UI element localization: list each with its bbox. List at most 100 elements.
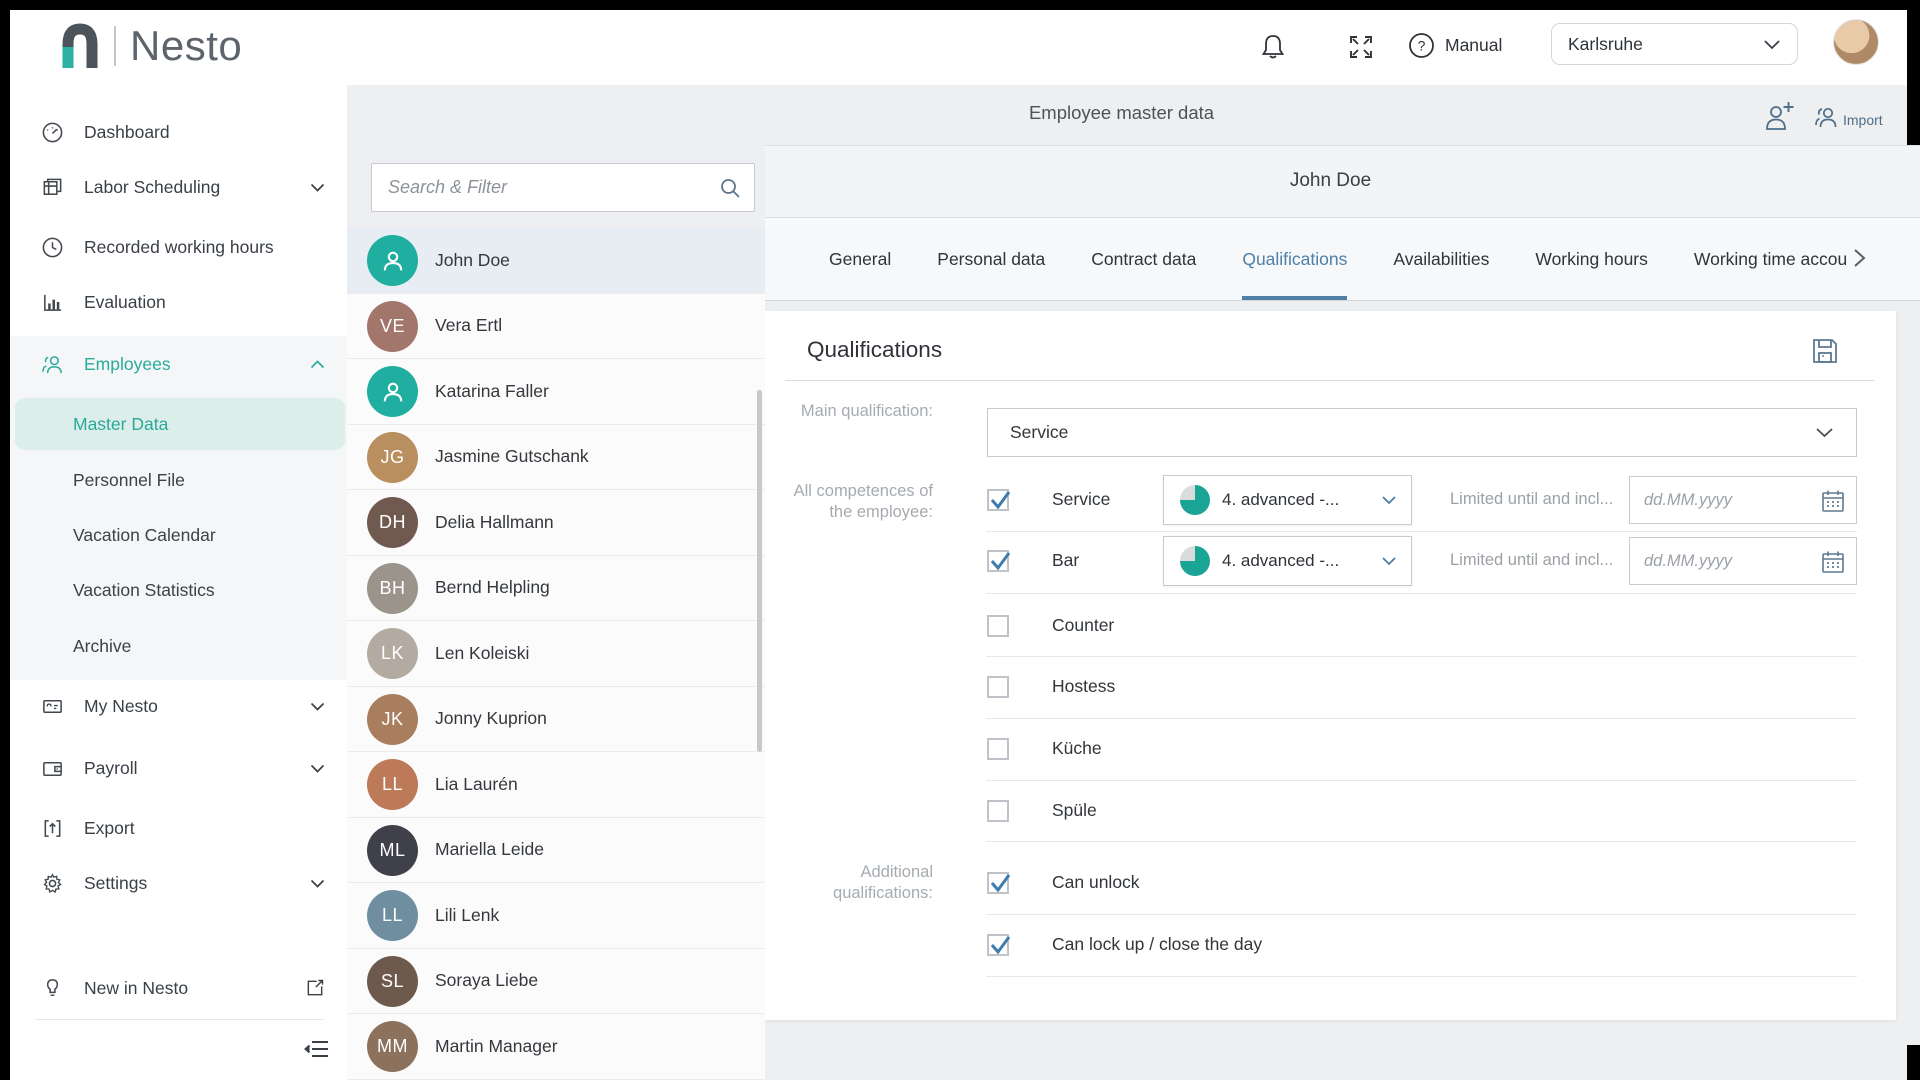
level-pie-icon	[1180, 485, 1210, 515]
level-pie-icon	[1180, 546, 1210, 576]
app-window: Nesto ? Manual Karlsruhe	[10, 10, 1920, 1080]
employee-row-jasmine-gutschank[interactable]: JG Jasmine Gutschank	[347, 425, 765, 491]
manual-button[interactable]: ? Manual	[1408, 32, 1502, 59]
save-button[interactable]	[1810, 336, 1840, 366]
checkbox-can-unlock-checked[interactable]	[987, 872, 1009, 894]
row-separator	[986, 531, 1857, 532]
sidebar-item-label: Export	[84, 818, 135, 839]
row-separator	[986, 780, 1857, 781]
gear-icon	[40, 871, 64, 895]
sidebar-item-payroll[interactable]: Payroll	[40, 746, 325, 790]
sidebar-item-new-in-nesto[interactable]: New in Nesto	[40, 966, 325, 1010]
sidebar-item-recorded-working-hours[interactable]: Recorded working hours	[40, 225, 325, 269]
id-card-icon	[40, 694, 64, 718]
employee-row-lia-lauren[interactable]: LL Lia Laurén	[347, 752, 765, 818]
sidebar-item-label: Recorded working hours	[84, 237, 274, 258]
sidebar-subitem-personnel-file[interactable]: Personnel File	[73, 467, 185, 493]
search-icon[interactable]	[718, 176, 742, 200]
avatar: DH	[367, 497, 418, 548]
checkbox-bar-checked[interactable]	[987, 550, 1009, 572]
gauge-icon	[40, 120, 64, 144]
employee-row-delia-hallmann[interactable]: DH Delia Hallmann	[347, 490, 765, 556]
sidebar-item-my-nesto[interactable]: My Nesto	[40, 684, 325, 728]
fullscreen-icon[interactable]	[1346, 32, 1376, 62]
level-select-bar[interactable]: 4. advanced -...	[1163, 536, 1412, 586]
employee-row-jonny-kuprion[interactable]: JK Jonny Kuprion	[347, 687, 765, 753]
chevron-down-icon	[1815, 427, 1834, 438]
sidebar-item-label: Evaluation	[84, 292, 166, 313]
tab-availabilities[interactable]: Availabilities	[1393, 218, 1489, 300]
employee-row-martin-manager[interactable]: MM Martin Manager	[347, 1014, 765, 1080]
tab-general[interactable]: General	[829, 218, 891, 300]
level-select-service[interactable]: 4. advanced -...	[1163, 475, 1412, 525]
sidebar-subitem-vacation-statistics[interactable]: Vacation Statistics	[73, 577, 215, 603]
employee-row-john-doe[interactable]: John Doe	[347, 228, 765, 294]
people-icon	[40, 352, 64, 376]
collapse-sidebar-icon[interactable]	[304, 1037, 330, 1061]
sidebar-subitem-master-data-label[interactable]: Master Data	[73, 411, 168, 437]
sidebar-item-label: Settings	[84, 873, 147, 894]
chevron-down-icon	[310, 764, 325, 773]
avatar: ML	[367, 825, 418, 876]
help-icon: ?	[1408, 32, 1435, 59]
sidebar-subitem-archive[interactable]: Archive	[73, 633, 131, 659]
search-input[interactable]	[372, 164, 754, 211]
employee-row-katarina-faller[interactable]: Katarina Faller	[347, 359, 765, 425]
tab-qualifications[interactable]: Qualifications	[1242, 218, 1347, 300]
sidebar-subitem-master-data[interactable]	[15, 398, 345, 450]
tabs-scroll-right-icon[interactable]	[1848, 246, 1872, 270]
calendar-icon[interactable]	[1820, 488, 1846, 514]
employee-row-bernd-helpling[interactable]: BH Bernd Helpling	[347, 556, 765, 622]
user-avatar[interactable]	[1833, 19, 1879, 65]
location-select[interactable]: Karlsruhe	[1551, 23, 1798, 65]
tab-personal-data[interactable]: Personal data	[937, 218, 1045, 300]
add-employee-button[interactable]	[1763, 99, 1795, 133]
tab-working-hours[interactable]: Working hours	[1535, 218, 1648, 300]
wallet-icon	[40, 756, 64, 780]
employee-detail-name: John Doe	[765, 170, 1896, 192]
sidebar-item-export[interactable]: Export	[40, 806, 325, 850]
row-separator	[986, 914, 1857, 915]
tab-working-time-account[interactable]: Working time accou	[1694, 218, 1847, 300]
svg-text:?: ?	[1418, 38, 1426, 54]
employee-row-len-koleiski[interactable]: LK Len Koleiski	[347, 621, 765, 687]
sidebar-item-settings[interactable]: Settings	[40, 861, 325, 905]
tab-contract-data[interactable]: Contract data	[1091, 218, 1196, 300]
import-label: Import	[1843, 112, 1883, 130]
avatar: JK	[367, 694, 418, 745]
checkbox-service-checked[interactable]	[987, 489, 1009, 511]
sidebar-item-labor-scheduling[interactable]: Labor Scheduling	[40, 165, 325, 209]
schedule-grid-icon	[40, 175, 64, 199]
employee-row-lili-lenk[interactable]: LL Lili Lenk	[347, 883, 765, 949]
employee-row-vera-ertl[interactable]: VE Vera Ertl	[347, 294, 765, 360]
checkbox-can-lock-up-checked[interactable]	[987, 934, 1009, 956]
chevron-down-icon	[1381, 556, 1397, 566]
external-link-icon	[305, 978, 325, 998]
bell-icon[interactable]	[1258, 32, 1288, 62]
sidebar-item-evaluation[interactable]: Evaluation	[40, 280, 325, 324]
section-divider	[785, 380, 1874, 381]
sidebar-item-label: Dashboard	[84, 122, 170, 143]
calendar-icon[interactable]	[1820, 549, 1846, 575]
sidebar-item-dashboard[interactable]: Dashboard	[40, 110, 325, 154]
logo-divider	[114, 26, 116, 66]
competence-label-bar: Bar	[1052, 550, 1079, 571]
checkbox-hostess[interactable]	[987, 676, 1009, 698]
row-separator	[986, 656, 1857, 657]
avatar: VE	[367, 301, 418, 352]
checkbox-kueche[interactable]	[987, 738, 1009, 760]
import-button[interactable]: Import	[1813, 104, 1883, 130]
sidebar-item-label: New in Nesto	[84, 978, 188, 999]
employee-row-soraya-liebe[interactable]: SL Soraya Liebe	[347, 949, 765, 1015]
list-scrollbar[interactable]	[757, 390, 762, 752]
competence-label-service: Service	[1052, 489, 1110, 510]
main-qualification-select[interactable]: Service	[987, 408, 1857, 457]
date-field-bar	[1629, 537, 1857, 585]
chevron-down-icon	[310, 879, 325, 888]
export-icon	[40, 816, 64, 840]
sidebar-subitem-vacation-calendar[interactable]: Vacation Calendar	[73, 522, 216, 548]
checkbox-counter[interactable]	[987, 615, 1009, 637]
checkbox-spuele[interactable]	[987, 800, 1009, 822]
sidebar-item-employees[interactable]: Employees	[40, 342, 325, 386]
employee-row-mariella-leide[interactable]: ML Mariella Leide	[347, 818, 765, 884]
